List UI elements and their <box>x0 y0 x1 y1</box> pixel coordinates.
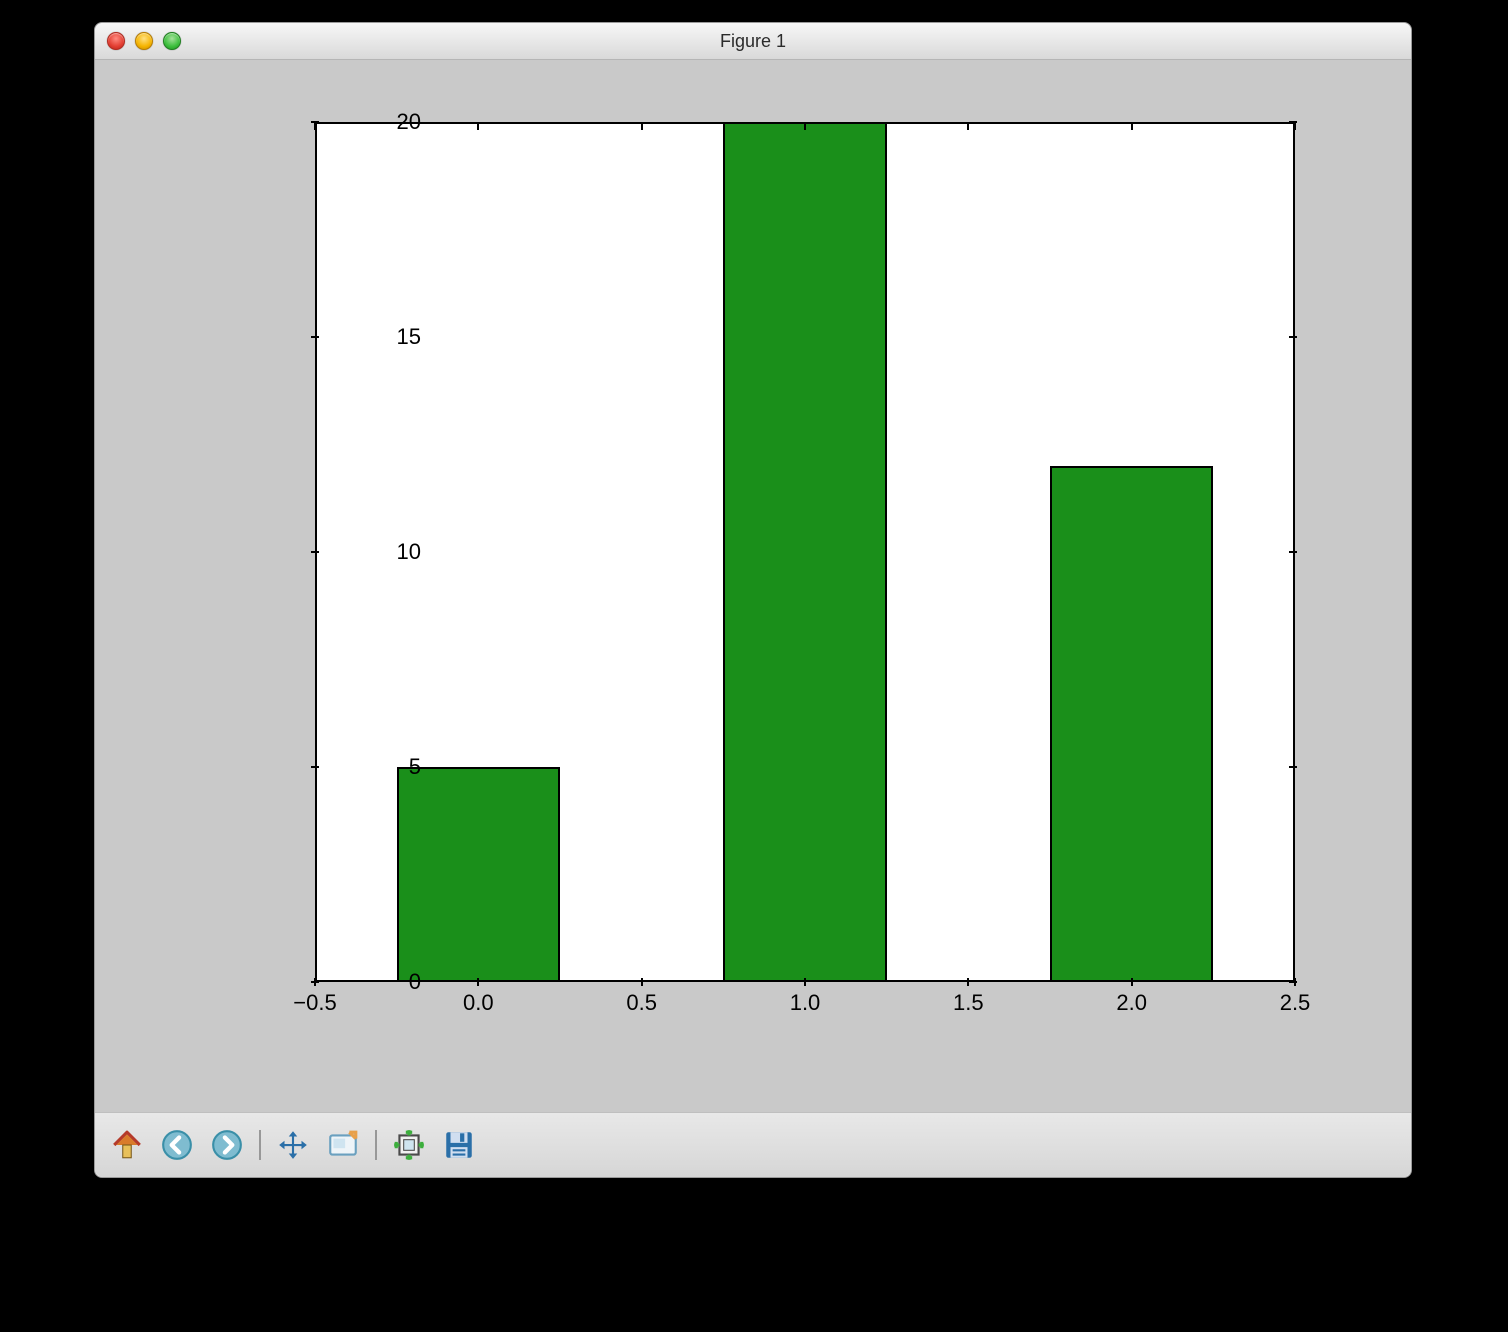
subplots-button[interactable] <box>387 1123 431 1167</box>
bar <box>723 122 886 982</box>
x-tick-label: 2.0 <box>1116 990 1147 1016</box>
figure-window: Figure 1 0 5 10 15 20 −0.5 0.0 0.5 1.0 1.5 2.0 2.5 <box>94 22 1412 1178</box>
zoom-window-icon[interactable] <box>163 32 181 50</box>
bar <box>1050 466 1213 982</box>
x-tick-label: −0.5 <box>293 990 336 1016</box>
x-tick-mark <box>641 978 643 986</box>
subplots-icon <box>392 1128 426 1162</box>
separator <box>375 1130 377 1160</box>
titlebar[interactable]: Figure 1 <box>95 23 1411 60</box>
zoom-rect-icon <box>326 1128 360 1162</box>
nav-toolbar <box>95 1112 1411 1177</box>
x-tick-label: 1.0 <box>790 990 821 1016</box>
x-tick-mark <box>804 978 806 986</box>
x-tick-mark <box>1131 978 1133 986</box>
x-tick-mark <box>641 122 643 130</box>
home-button[interactable] <box>105 1123 149 1167</box>
save-button[interactable] <box>437 1123 481 1167</box>
pan-button[interactable] <box>271 1123 315 1167</box>
plot-area: 0 5 10 15 20 −0.5 0.0 0.5 1.0 1.5 2.0 2.5 <box>205 102 1313 1032</box>
x-tick-mark <box>477 122 479 130</box>
x-tick-mark <box>1131 122 1133 130</box>
x-tick-mark <box>967 122 969 130</box>
x-tick-mark <box>1294 122 1296 130</box>
x-tick-mark <box>314 122 316 130</box>
x-tick-mark <box>314 978 316 986</box>
x-tick-mark <box>477 978 479 986</box>
y-tick-mark <box>311 336 319 338</box>
move-icon <box>276 1128 310 1162</box>
back-button[interactable] <box>155 1123 199 1167</box>
home-icon <box>110 1128 144 1162</box>
forward-button[interactable] <box>205 1123 249 1167</box>
x-tick-label: 0.0 <box>463 990 494 1016</box>
x-tick-label: 0.5 <box>626 990 657 1016</box>
y-tick-label: 5 <box>351 754 421 780</box>
y-tick-mark <box>1289 551 1297 553</box>
arrow-right-icon <box>210 1128 244 1162</box>
y-tick-mark <box>311 766 319 768</box>
x-tick-mark <box>804 122 806 130</box>
y-tick-mark <box>311 551 319 553</box>
y-tick-mark <box>1289 336 1297 338</box>
x-tick-label: 2.5 <box>1280 990 1311 1016</box>
traffic-lights <box>107 32 181 50</box>
y-tick-label: 20 <box>351 109 421 135</box>
x-tick-label: 1.5 <box>953 990 984 1016</box>
x-tick-mark <box>1294 978 1296 986</box>
zoom-button[interactable] <box>321 1123 365 1167</box>
save-icon <box>442 1128 476 1162</box>
minimize-icon[interactable] <box>135 32 153 50</box>
figure-canvas[interactable]: 0 5 10 15 20 −0.5 0.0 0.5 1.0 1.5 2.0 2.5 <box>95 60 1411 1112</box>
y-tick-label: 10 <box>351 539 421 565</box>
arrow-left-icon <box>160 1128 194 1162</box>
close-icon[interactable] <box>107 32 125 50</box>
y-tick-label: 15 <box>351 324 421 350</box>
bar <box>397 767 560 982</box>
y-tick-mark <box>1289 766 1297 768</box>
x-tick-mark <box>967 978 969 986</box>
separator <box>259 1130 261 1160</box>
window-title: Figure 1 <box>95 31 1411 52</box>
y-tick-label: 0 <box>351 969 421 995</box>
